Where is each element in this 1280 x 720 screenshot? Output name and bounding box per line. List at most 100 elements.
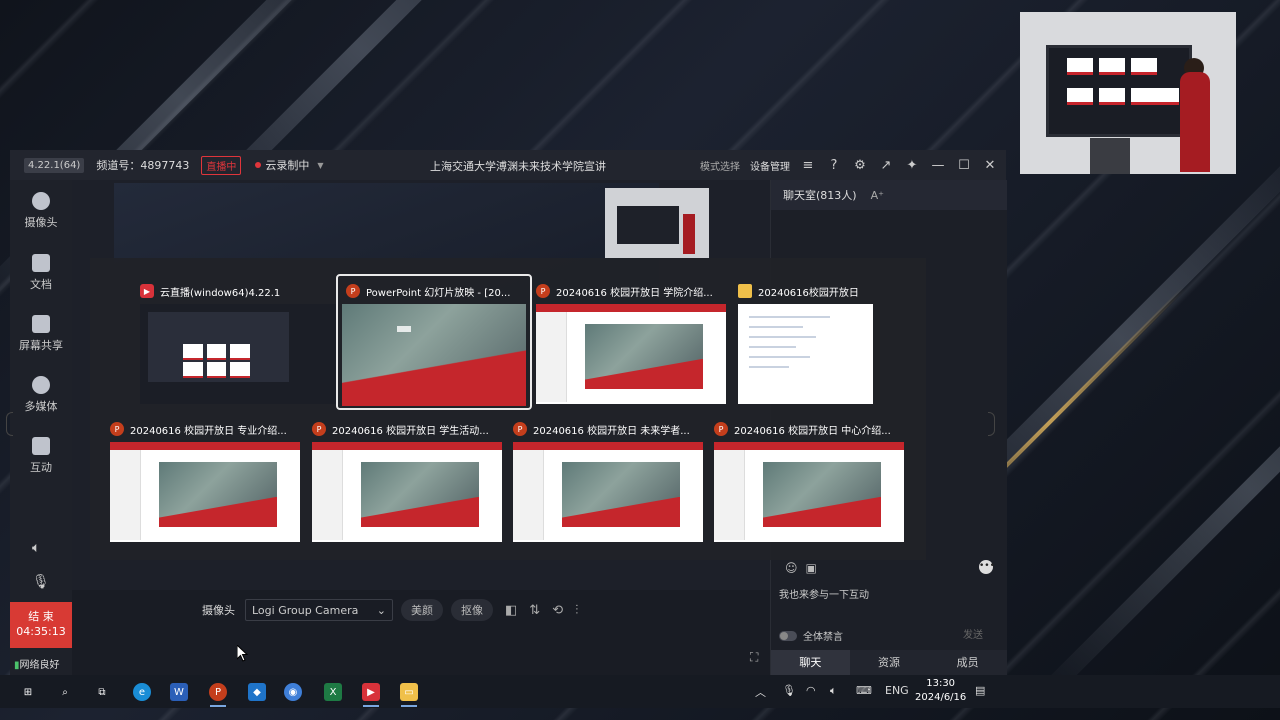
tile-title: 云直播(window64)4.22.1 — [160, 287, 281, 299]
flip-icon[interactable]: ⇅ — [529, 603, 540, 618]
window-thumbnail — [714, 442, 904, 542]
chevron-down-icon[interactable]: ▼ — [317, 161, 323, 170]
chat-title: 聊天室(813人) — [783, 189, 857, 202]
window-title: 上海交通大学溥渊未来技术学院宣讲 — [430, 160, 606, 173]
multimedia-icon — [32, 376, 50, 394]
tile-title: 20240616 校园开放日 中心介绍... — [734, 425, 891, 437]
tray-expand-icon[interactable]: ︿ — [755, 684, 766, 700]
toggle-switch[interactable] — [779, 630, 797, 641]
adjust-icon[interactable]: ⫶ — [575, 603, 578, 618]
photos-icon[interactable]: ◆ — [248, 683, 266, 701]
camera-label: 摄像头 — [202, 604, 235, 617]
powerpoint-icon: P — [110, 422, 124, 436]
camera-select-value: Logi Group Camera — [252, 603, 359, 617]
sidebar-item-document[interactable]: 文档 — [10, 254, 72, 292]
start-icon[interactable]: ⊞ — [19, 683, 37, 701]
mute-all-toggle[interactable]: 全体禁言 — [779, 628, 843, 643]
volume-icon[interactable]: 🔈︎ — [32, 540, 40, 556]
powerpoint-icon: P — [714, 422, 728, 436]
font-size-button[interactable]: A⁺ — [871, 189, 884, 202]
end-live-button[interactable]: 结 束 04:35:13 — [10, 602, 72, 648]
tile-title: 20240616 校园开放日 未来学者... — [533, 425, 690, 437]
image-icon[interactable]: ▣ — [806, 561, 817, 575]
excel-icon[interactable]: X — [324, 683, 342, 701]
panel-collapse-handle[interactable] — [988, 412, 995, 436]
send-button[interactable]: 发送 — [963, 626, 983, 641]
preview-screen — [1046, 45, 1192, 137]
powerpoint-icon[interactable]: P — [209, 683, 227, 701]
mirror-icon[interactable]: ◧ — [505, 603, 517, 618]
close-icon[interactable]: ✕ — [982, 157, 998, 173]
minimize-icon[interactable]: — — [930, 157, 946, 173]
document-icon — [32, 254, 50, 272]
popout-icon[interactable]: ↗ — [878, 157, 894, 173]
sidebar-item-label: 摄像头 — [24, 216, 58, 229]
beauty-button[interactable]: 美颜 — [401, 599, 443, 621]
chat-toolbar: ☺ ▣ ••• — [771, 558, 1007, 578]
active-indicator — [363, 705, 379, 707]
volume-tray-icon[interactable]: 🔈︎ — [830, 684, 837, 698]
matting-label: 抠像 — [461, 604, 483, 617]
powerpoint-icon: P — [536, 284, 550, 298]
file-explorer-icon[interactable]: ▭ — [400, 683, 418, 701]
network-status: ▮网络良好 — [14, 656, 60, 671]
sidebar-item-camera[interactable]: 摄像头 — [10, 192, 72, 230]
channel-number: 频道号：4897743 — [96, 159, 190, 172]
stage-camera-thumb[interactable] — [605, 188, 709, 258]
camera-icon — [32, 192, 50, 210]
more-icon[interactable]: ••• — [979, 560, 995, 574]
sidebar-item-interact[interactable]: 互动 — [10, 437, 72, 475]
sidebar-item-label: 互动 — [30, 461, 52, 474]
taskbar: ⊞ ⌕ ⧉ e W P ◆ ◉ X ▶ ▭ ︿ 🎙︎ ◠ 🔈︎ ⌨ ENG 13… — [0, 675, 1280, 708]
cloud-record-status[interactable]: 云录制中 ▼ — [255, 157, 324, 173]
sidebar-item-multimedia[interactable]: 多媒体 — [10, 376, 72, 414]
word-icon[interactable]: W — [170, 683, 188, 701]
task-view-icon[interactable]: ⧉ — [93, 683, 111, 701]
browser-icon[interactable]: ◉ — [284, 683, 302, 701]
tab-resources[interactable]: 资源 — [849, 650, 929, 675]
beauty-label: 美颜 — [411, 604, 433, 617]
search-icon[interactable]: ⌕ — [56, 683, 74, 701]
record-dot-icon — [255, 162, 262, 168]
mic-tray-icon[interactable]: 🎙︎ — [782, 684, 796, 697]
sidebar-item-screen-share[interactable]: 屏幕共享 — [10, 315, 72, 353]
settings-icon[interactable]: ⚙ — [852, 157, 868, 173]
wifi-icon[interactable]: ◠ — [806, 684, 816, 697]
mode-select-button[interactable]: 模式选择 — [700, 158, 740, 173]
chat-input[interactable]: 我也来参与一下互动 — [779, 586, 869, 601]
end-label: 结 束 — [28, 610, 54, 623]
language-indicator[interactable]: ENG — [885, 684, 909, 697]
matting-button[interactable]: 抠像 — [451, 599, 493, 621]
help-icon[interactable]: ? — [826, 157, 842, 173]
mute-all-label: 全体禁言 — [803, 632, 843, 643]
chevron-down-icon: ⌄ — [376, 603, 386, 617]
clock[interactable]: 13:30 2024/6/16 — [915, 677, 966, 705]
emoji-icon[interactable]: ☺ — [785, 561, 798, 575]
version-label: 4.22.1(64) — [24, 157, 85, 173]
menu-icon[interactable]: ≡ — [800, 157, 816, 173]
edge-icon[interactable]: e — [133, 683, 151, 701]
interact-icon — [32, 437, 50, 455]
time: 13:30 — [926, 678, 956, 689]
camera-select[interactable]: Logi Group Camera ⌄ — [245, 599, 393, 621]
pin-icon[interactable]: ✦ — [904, 157, 920, 173]
task-switcher: ▶ 云直播(window64)4.22.1 P PowerPoint 幻灯片放映 -… — [90, 258, 926, 560]
tab-members[interactable]: 成员 — [928, 650, 1008, 675]
window-thumbnail — [738, 304, 873, 404]
camera-preview[interactable] — [1020, 12, 1236, 174]
sidebar-item-label: 多媒体 — [24, 400, 58, 413]
notification-icon[interactable]: ▤ — [975, 684, 985, 697]
tab-chat[interactable]: 聊天 — [771, 650, 850, 675]
live-app-icon[interactable]: ▶ — [362, 683, 380, 701]
fullscreen-icon[interactable]: ⛶ — [750, 650, 758, 665]
powerpoint-icon: P — [513, 422, 527, 436]
tile-title: PowerPoint 幻灯片放映 - [20... — [366, 287, 511, 299]
chat-header: 聊天室(813人) A⁺ — [771, 180, 1007, 210]
keyboard-icon[interactable]: ⌨ — [856, 684, 872, 697]
tile-title: 20240616校园开放日 — [758, 287, 859, 299]
maximize-icon[interactable]: ☐ — [956, 157, 972, 173]
panel-collapse-handle[interactable] — [6, 412, 13, 436]
rotate-icon[interactable]: ⟲ — [552, 603, 563, 618]
device-manage-button[interactable]: 设备管理 — [750, 158, 790, 173]
microphone-icon[interactable]: 🎙︎ — [32, 574, 50, 590]
